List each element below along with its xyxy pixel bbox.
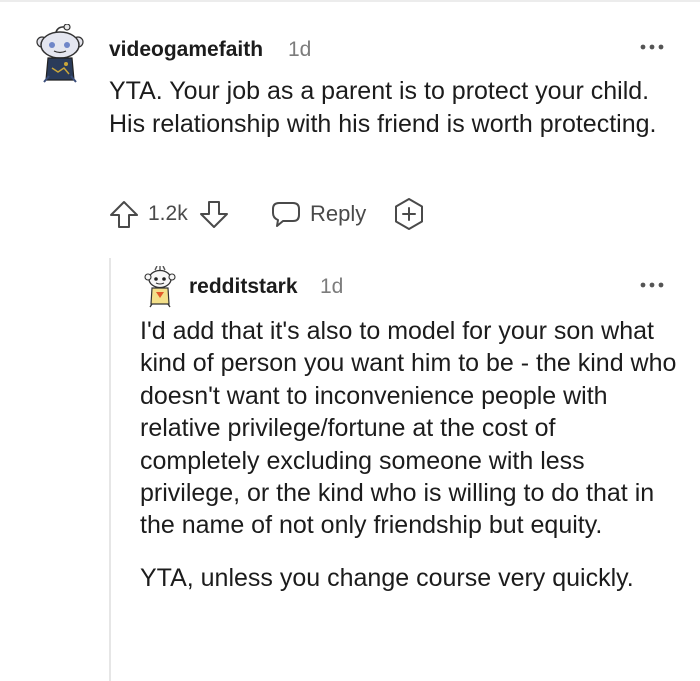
reply-timestamp: 1d <box>320 275 344 298</box>
downvote-button[interactable] <box>198 192 232 236</box>
reply-label: Reply <box>310 201 367 226</box>
reply-more-button[interactable] <box>633 270 673 300</box>
more-options-icon <box>640 44 664 50</box>
snoo-avatar-icon <box>144 265 176 308</box>
reply-user-avatar[interactable] <box>143 265 177 308</box>
reply-paragraph: YTA, unless you change course very quick… <box>140 563 634 592</box>
comment-more-button[interactable] <box>633 32 673 62</box>
upvote-arrow-icon <box>110 201 138 228</box>
comment-username[interactable]: videogamefaith <box>109 38 263 62</box>
reply-body: I'd add that it's also to model for your… <box>140 315 680 594</box>
comment-timestamp: 1d <box>288 38 312 61</box>
vote-score: 1.2k <box>148 202 188 225</box>
reply-button[interactable]: Reply <box>270 192 366 236</box>
award-button[interactable] <box>391 192 427 236</box>
snoo-avatar-icon <box>36 23 84 83</box>
reply-paragraph: I'd add that it's also to model for your… <box>140 317 677 540</box>
upvote-button[interactable] <box>108 192 142 236</box>
downvote-arrow-icon <box>200 201 228 228</box>
more-options-icon <box>640 282 664 288</box>
top-divider <box>0 0 700 2</box>
comment-action-bar: 1.2k Reply <box>104 192 444 236</box>
award-plus-icon <box>395 198 423 230</box>
comment-body: YTA. Your job as a parent is to protect … <box>109 77 657 138</box>
user-avatar[interactable] <box>34 23 86 84</box>
speech-bubble-icon <box>272 202 300 227</box>
thread-line[interactable] <box>109 258 111 681</box>
reply-username[interactable]: redditstark <box>189 275 298 299</box>
